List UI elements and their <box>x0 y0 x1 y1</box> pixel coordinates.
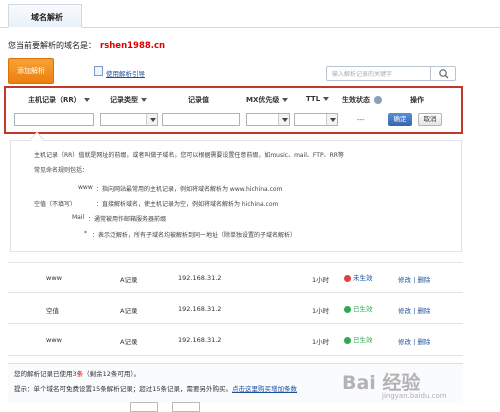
chevron-down-icon <box>146 114 157 125</box>
info-intro-2: 常见命名规则包括： <box>34 167 89 174</box>
record-type: A记录 <box>120 307 138 315</box>
info-item-desc: ：直接解析域名，使主机记录为空，例如将域名解析为 hichina.com <box>96 201 279 208</box>
status-placeholder: --- <box>357 116 365 124</box>
tab-domain-resolve[interactable]: 域名解析 <box>8 4 82 28</box>
record-status: 已生效 <box>344 303 373 313</box>
domain-line: 您当前要解析的域名是： rshen1988.cn <box>8 40 165 51</box>
page-select[interactable] <box>172 402 200 412</box>
ttl-select[interactable] <box>294 113 338 126</box>
chevron-down-icon <box>141 98 147 102</box>
row-divider <box>8 355 463 356</box>
record-status: 未生效 <box>344 272 373 282</box>
page-input[interactable] <box>130 402 158 412</box>
domain-prefix: 您当前要解析的域名是： <box>8 41 96 50</box>
row-divider <box>8 323 463 324</box>
check-circle-icon <box>344 305 351 313</box>
info-item-key: 空值（不填写） <box>34 201 77 208</box>
record-value: 192.168.31.2 <box>178 336 222 344</box>
check-circle-icon <box>344 336 351 344</box>
record-host: 空值 <box>46 307 59 315</box>
info-item-desc: ：表示泛解析，所有子域名均被解析到同一地址（除单独设置的子域名解析） <box>92 232 297 239</box>
row-divider <box>8 262 463 263</box>
type-select[interactable] <box>100 113 158 126</box>
mx-select[interactable] <box>246 113 290 126</box>
chevron-down-icon <box>326 114 337 125</box>
buy-more-link[interactable]: 点击这里购买增加条数 <box>232 385 297 393</box>
record-ops[interactable]: 修改 | 删除 <box>398 274 430 284</box>
chevron-down-icon <box>83 98 90 102</box>
guide-icon <box>94 66 103 76</box>
usage-text: 您的解析记录已使用3条（剩余12条可用）。 <box>14 370 141 378</box>
help-icon <box>374 96 383 104</box>
chevron-down-icon <box>323 97 330 101</box>
col-type[interactable]: 记录类型 <box>110 95 147 105</box>
info-intro: 主机记录（RR）值就是网址的前缀，或者叫做子域名，您可以根据需要设置任意前缀，如… <box>34 152 344 159</box>
row-divider <box>8 292 463 293</box>
info-item-key: www <box>78 184 93 191</box>
col-ops: 操作 <box>410 96 424 104</box>
chevron-down-icon <box>278 114 289 125</box>
confirm-button[interactable]: 确定 <box>388 113 412 126</box>
col-ttl[interactable]: TTL <box>306 95 330 103</box>
host-input[interactable] <box>14 113 94 126</box>
info-item-key: * <box>84 230 87 237</box>
record-status: 已生效 <box>344 334 373 344</box>
cancel-button[interactable]: 取消 <box>418 113 442 126</box>
watermark-logo: Bai 经验 <box>342 372 421 394</box>
status-inactive-icon <box>344 274 351 282</box>
info-item-key: Mail <box>72 214 85 221</box>
record-ttl: 1小时 <box>312 307 330 315</box>
record-ttl: 1小时 <box>312 276 330 284</box>
record-host: www <box>46 274 62 282</box>
chevron-down-icon <box>282 98 289 102</box>
tip-text: 提示：单个域名可免费设置15条解析记录；超过15条记录，需要另外购买。点击这里购… <box>14 385 298 393</box>
record-value: 192.168.31.2 <box>178 274 222 282</box>
search-placeholder: 输入解析记录的关键字 <box>332 71 393 78</box>
col-mx[interactable]: MX优先级 <box>246 95 289 105</box>
record-type: A记录 <box>120 276 138 284</box>
record-value: 192.168.31.2 <box>178 305 222 313</box>
record-host: www <box>46 336 62 344</box>
watermark-url: jingyan.baidu.com <box>382 392 447 400</box>
record-type: A记录 <box>120 338 138 346</box>
domain-name: rshen1988.cn <box>100 41 166 51</box>
search-button[interactable] <box>430 66 456 81</box>
col-status[interactable]: 生效状态 <box>342 95 383 105</box>
info-item-desc: ：通常被用作邮箱服务器前缀 <box>88 216 167 223</box>
record-ops[interactable]: 修改 | 删除 <box>398 336 430 346</box>
search-icon <box>439 69 449 79</box>
highlight-box <box>4 86 463 134</box>
help-guide-link[interactable]: 使用解析引导 <box>106 68 145 78</box>
col-host[interactable]: 主机记录（RR） <box>28 95 90 105</box>
col-value: 记录值 <box>188 96 209 104</box>
info-item-desc: ：指向网站最常用的主机记录，例如将域名解析为 www.hichina.com <box>96 186 283 193</box>
add-record-button[interactable]: 添加解析 <box>8 58 54 84</box>
record-ttl: 1小时 <box>312 338 330 346</box>
value-input[interactable] <box>162 113 240 126</box>
record-ops[interactable]: 修改 | 删除 <box>398 305 430 315</box>
